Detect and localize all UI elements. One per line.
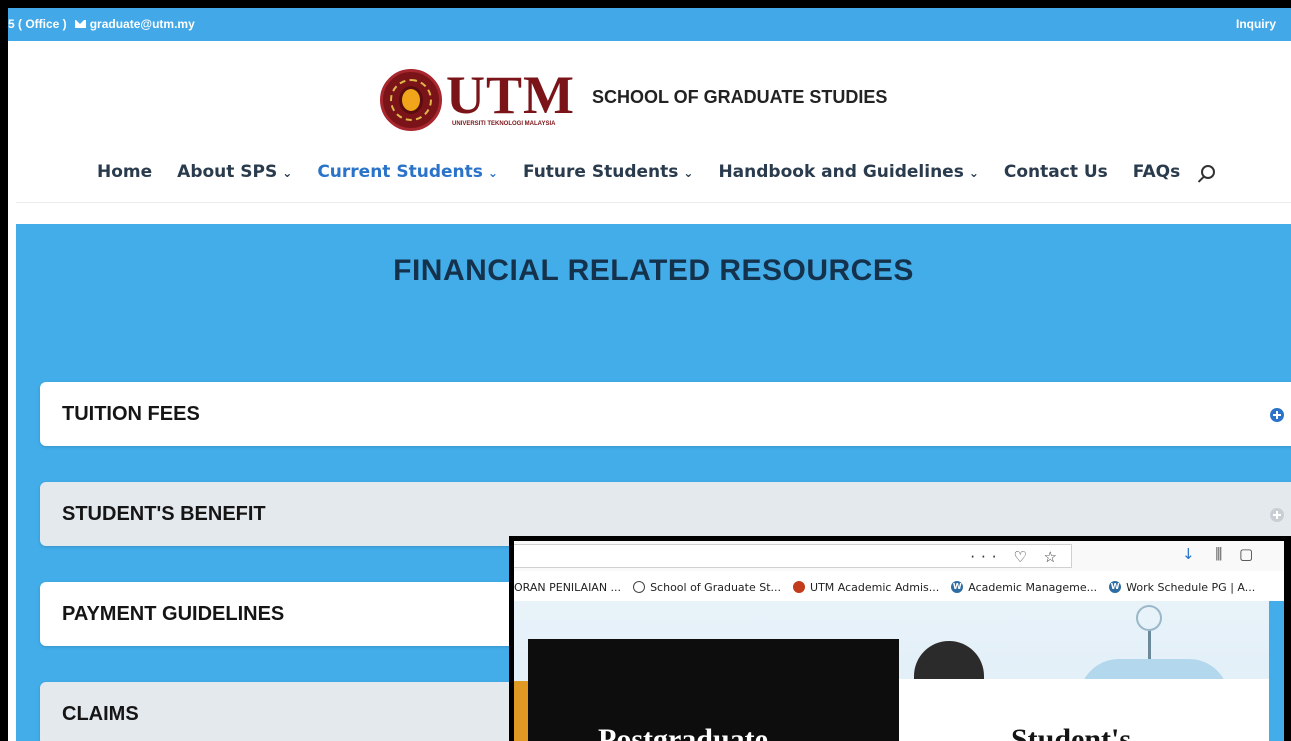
email-link[interactable]: graduate@utm.my	[74, 17, 195, 31]
chevron-down-icon: ⌄	[968, 166, 979, 180]
expand-plus-icon[interactable]	[1270, 408, 1284, 422]
utm-logo-subtext: UNIVERSITI TEKNOLOGI MALAYSIA	[452, 121, 556, 127]
nav-item-handbook-guidelines[interactable]: Handbook and Guidelines ⌄	[718, 162, 978, 182]
bookmark-item[interactable]: W Academic Manageme...	[951, 581, 1097, 594]
overlay-page-banner: Postgraduate Student's	[514, 601, 1284, 741]
accordion-label: STUDENT'S BENEFIT	[62, 503, 266, 525]
chevron-down-icon: ⌄	[282, 166, 293, 180]
page-actions-icons[interactable]: ··· ♡ ☆	[970, 548, 1063, 566]
mail-icon	[74, 20, 86, 28]
main-nav: Home About SPS ⌄ Current Students ⌄ Future…	[97, 162, 1216, 182]
crescent-ornament-icon	[1136, 605, 1162, 631]
utm-seal-icon	[380, 69, 442, 131]
chevron-down-icon: ⌄	[683, 166, 694, 180]
wordpress-icon: W	[951, 581, 964, 593]
nav-item-home[interactable]: Home	[97, 162, 152, 182]
banner-white-card: Student's	[899, 679, 1269, 741]
banner-right-title: Student's	[1011, 723, 1132, 741]
bookmark-item[interactable]: W Work Schedule PG | A...	[1109, 581, 1255, 594]
accordion-label: TUITION FEES	[62, 403, 200, 425]
bookmark-item[interactable]: ORAN PENILAIAN ...	[514, 581, 621, 594]
inquiry-link[interactable]: Inquiry	[1236, 17, 1276, 31]
bookmark-item[interactable]: UTM Academic Admis...	[793, 581, 939, 594]
banner-left-title: Postgraduate	[598, 723, 768, 741]
accordion-tuition-fees[interactable]: TUITION FEES	[40, 382, 1291, 446]
page-title: FINANCIAL RELATED RESOURCES	[393, 254, 914, 287]
utm-icon	[793, 581, 806, 593]
search-icon[interactable]	[1201, 165, 1216, 179]
utm-logo[interactable]: UTM UNIVERSITI TEKNOLOGI MALAYSIA	[380, 65, 575, 131]
nav-item-future-students[interactable]: Future Students ⌄	[523, 162, 694, 182]
globe-icon	[633, 581, 646, 593]
banner-dark-panel: Postgraduate	[528, 639, 899, 741]
address-bar[interactable]: ··· ♡ ☆	[514, 544, 1072, 568]
utm-logo-text: UTM	[446, 65, 575, 125]
expand-plus-icon[interactable]	[1270, 508, 1284, 522]
site-header: UTM UNIVERSITI TEKNOLOGI MALAYSIA SCHOOL…	[16, 41, 1291, 203]
download-icon[interactable]: ↓	[1182, 545, 1195, 563]
sidebar-icon[interactable]: ▢	[1239, 545, 1253, 563]
nav-item-faqs[interactable]: FAQs	[1133, 162, 1180, 182]
top-info-bar: 5 ( Office ) graduate@utm.my Inquiry	[8, 8, 1291, 41]
browser-toolbar: ··· ♡ ☆ ↓ ⫼ ▢	[514, 541, 1284, 571]
bookmarks-bar: ORAN PENILAIAN ... School of Graduate St…	[514, 575, 1284, 599]
office-phone-text: 5 ( Office )	[8, 17, 67, 31]
overlay-browser-window: ··· ♡ ☆ ↓ ⫼ ▢ ORAN PENILAIAN ... School …	[509, 536, 1291, 741]
accordion-label: CLAIMS	[62, 703, 139, 725]
accordion-label: PAYMENT GUIDELINES	[62, 603, 285, 625]
wordpress-icon: W	[1109, 581, 1122, 593]
nav-item-about-sps[interactable]: About SPS ⌄	[177, 162, 292, 182]
site-title[interactable]: SCHOOL OF GRADUATE STUDIES	[592, 87, 887, 108]
nav-item-current-students[interactable]: Current Students ⌄	[317, 162, 498, 182]
bookmark-item[interactable]: School of Graduate St...	[633, 581, 781, 594]
nav-item-contact-us[interactable]: Contact Us	[1004, 162, 1108, 182]
email-text: graduate@utm.my	[89, 17, 195, 31]
library-icon[interactable]: ⫼	[1215, 545, 1222, 563]
chevron-down-icon: ⌄	[487, 166, 498, 180]
